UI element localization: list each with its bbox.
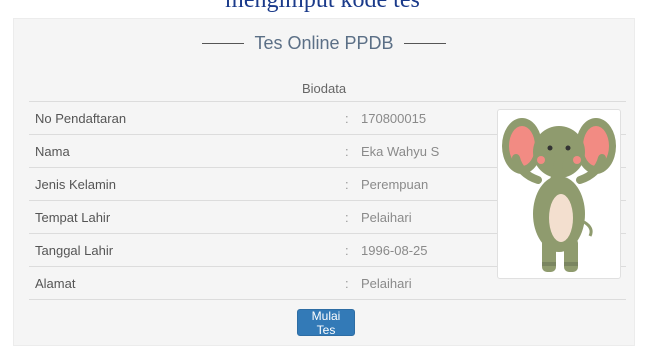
row-value: Pelaihari bbox=[361, 276, 412, 291]
row-value: Pelaihari bbox=[361, 210, 412, 225]
row-value: Eka Wahyu S bbox=[361, 144, 440, 159]
row-label: Alamat bbox=[35, 276, 76, 291]
row-separator: : bbox=[345, 243, 349, 258]
row-value: 170800015 bbox=[361, 111, 427, 126]
start-test-button[interactable]: Mulai Tes bbox=[297, 309, 355, 337]
row-label: No Pendaftaran bbox=[35, 111, 127, 126]
test-panel: Tes Online PPDB Biodata No Pendaftaran :… bbox=[13, 18, 635, 346]
row-separator: : bbox=[345, 276, 349, 291]
row-separator: : bbox=[345, 144, 349, 159]
row-label: Tempat Lahir bbox=[35, 210, 111, 225]
header-right-rule bbox=[403, 43, 446, 44]
student-photo bbox=[497, 109, 621, 279]
row-value: 1996-08-25 bbox=[361, 243, 428, 258]
row-label: Jenis Kelamin bbox=[35, 177, 116, 192]
row-separator: : bbox=[345, 177, 349, 192]
header-left-rule bbox=[202, 43, 245, 44]
top-caption: mengimput kode tes bbox=[225, 0, 420, 13]
row-label: Tanggal Lahir bbox=[35, 243, 114, 258]
panel-header: Tes Online PPDB bbox=[14, 33, 634, 54]
row-separator: : bbox=[345, 111, 349, 126]
page-title: Tes Online PPDB bbox=[254, 33, 394, 53]
row-separator: : bbox=[345, 210, 349, 225]
row-label: Nama bbox=[35, 144, 70, 159]
section-title-biodata: Biodata bbox=[301, 81, 347, 96]
elephant-avatar-icon bbox=[502, 118, 616, 272]
row-value: Perempuan bbox=[361, 177, 429, 192]
